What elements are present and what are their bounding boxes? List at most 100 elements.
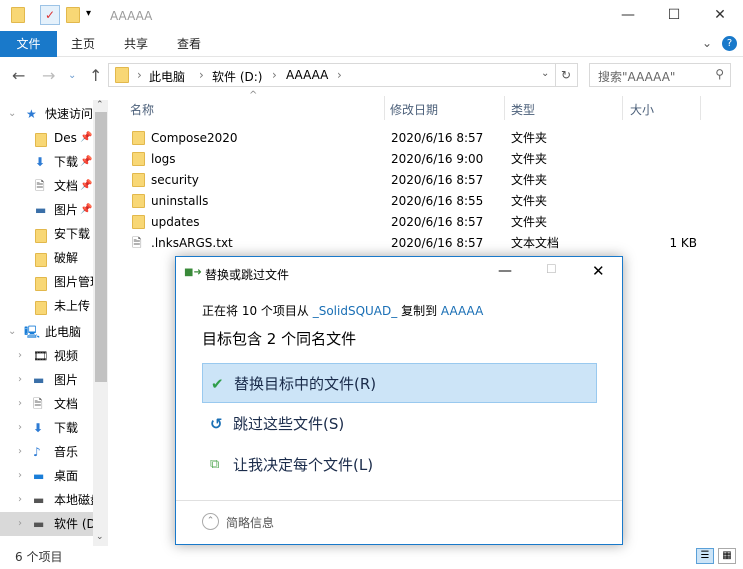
sidebar-item-pc[interactable]: › ▬ 图片 <box>0 368 93 392</box>
sidebar-scrollbar-thumb[interactable] <box>95 112 107 382</box>
sidebar-quick-access[interactable]: ⌄ ★ 快速访问 <box>0 102 93 126</box>
window-title: AAAAA <box>110 9 153 23</box>
dialog-heading: 目标包含 2 个同名文件 <box>202 330 357 348</box>
column-size[interactable]: 大小 <box>630 101 654 118</box>
sidebar-item-quick[interactable]: 安下载 <box>0 222 93 246</box>
file-name: security <box>151 173 199 187</box>
address-history-dropdown[interactable]: ⌄ <box>541 68 549 79</box>
drive-icon: ▬ <box>33 493 45 507</box>
address-bar[interactable]: › 此电脑 › 软件 (D:) › AAAAA › ⌄ <box>108 63 556 87</box>
back-button[interactable]: ← <box>12 66 25 85</box>
chevron-right-icon[interactable]: › <box>18 368 22 392</box>
new-folder-icon[interactable] <box>66 7 80 23</box>
picture-icon: ▬ <box>33 373 45 387</box>
file-row[interactable]: logs 2020/6/16 9:00 文件夹 <box>128 149 728 170</box>
column-date[interactable]: 修改日期 <box>390 101 438 118</box>
details-view-button[interactable]: ☰ <box>696 548 714 564</box>
sidebar-item-quick[interactable]: 破解 <box>0 246 93 270</box>
chevron-right-icon[interactable]: › <box>18 512 22 536</box>
folder-icon <box>115 67 129 83</box>
sidebar-item-pc[interactable]: › 🗎 文档 <box>0 392 93 416</box>
collapse-details-icon[interactable]: ⌃ <box>202 513 219 530</box>
file-name: .lnksARGS.txt <box>151 236 233 250</box>
fewer-details-button[interactable]: 简略信息 <box>226 514 274 531</box>
folder-icon <box>128 212 148 233</box>
copy-progress-text: 正在将 10 个项目从 _SolidSQUAD_ 复制到 AAAAA <box>202 302 483 319</box>
column-name[interactable]: 名称 <box>130 101 154 118</box>
chevron-right-icon[interactable]: › <box>18 416 22 440</box>
close-button[interactable]: ✕ <box>697 0 743 30</box>
replace-files-option[interactable]: ✔ 替换目标中的文件(R) <box>202 363 597 403</box>
properties-icon[interactable]: ✓ <box>40 5 60 25</box>
tab-share[interactable]: 共享 <box>115 31 157 57</box>
pin-icon: 📌 <box>80 156 93 167</box>
decide-each-option[interactable]: ⧉ 让我决定每个文件(L) <box>202 445 597 485</box>
sidebar-item-quick[interactable]: ▬ 图片 📌 <box>0 198 93 222</box>
destination-link[interactable]: AAAAA <box>441 304 483 318</box>
sidebar-item-pc[interactable]: › 🎞 视频 <box>0 344 93 368</box>
sidebar-item-pc[interactable]: › ▬ 桌面 <box>0 464 93 488</box>
breadcrumb-drive[interactable]: 软件 (D:) <box>212 68 262 85</box>
file-row[interactable]: uninstalls 2020/6/16 8:55 文件夹 <box>128 191 728 212</box>
maximize-button[interactable]: ☐ <box>651 0 697 30</box>
scroll-up-arrow[interactable]: ⌃ <box>96 100 104 110</box>
file-row[interactable]: security 2020/6/16 8:57 文件夹 <box>128 170 728 191</box>
sidebar-this-pc[interactable]: ⌄ 🖳 此电脑 <box>0 320 93 344</box>
source-link[interactable]: _SolidSQUAD_ <box>313 304 398 318</box>
forward-button[interactable]: → <box>42 66 55 85</box>
dialog-maximize-button: ☐ <box>546 262 557 276</box>
tab-home[interactable]: 主页 <box>62 31 104 57</box>
chevron-right-icon[interactable]: › <box>18 440 22 464</box>
sidebar-item-quick[interactable]: 🗎 文档 📌 <box>0 174 93 198</box>
breadcrumb-folder[interactable]: AAAAA <box>286 68 328 82</box>
chevron-right-icon[interactable]: › <box>18 344 22 368</box>
breadcrumb-this-pc[interactable]: 此电脑 <box>149 68 185 85</box>
up-button[interactable]: ↑ <box>89 66 102 85</box>
sidebar-item-quick[interactable]: 未上传 <box>0 294 93 318</box>
search-input[interactable]: 搜索"AAAAA" ⚲ <box>589 63 731 87</box>
computer-icon: 🖳 <box>24 325 41 339</box>
column-type[interactable]: 类型 <box>511 101 535 118</box>
file-row[interactable]: Compose2020 2020/6/16 8:57 文件夹 <box>128 128 728 149</box>
sidebar-item-label: 此电脑 <box>45 325 82 339</box>
sidebar-item-label: 桌面 <box>54 469 79 483</box>
expand-ribbon-icon[interactable]: ⌄ <box>702 36 712 50</box>
sidebar-item-label: 文档 <box>54 179 79 193</box>
sidebar-item-quick[interactable]: Des 📌 <box>0 126 93 150</box>
sidebar-item-pc[interactable]: › ⬇ 下载 <box>0 416 93 440</box>
download-icon: ⬇ <box>35 155 46 169</box>
dialog-close-button[interactable]: ✕ <box>592 262 605 280</box>
recent-locations-button[interactable]: ⌄ <box>68 70 76 81</box>
file-row[interactable]: updates 2020/6/16 8:57 文件夹 <box>128 212 728 233</box>
dialog-minimize-button[interactable]: — <box>498 263 512 279</box>
chevron-right-icon[interactable]: › <box>18 464 22 488</box>
pin-icon: 📌 <box>80 180 93 191</box>
document-icon: 🗎 <box>35 179 45 193</box>
scroll-down-arrow[interactable]: ⌄ <box>96 532 104 542</box>
help-icon[interactable]: ? <box>722 36 737 51</box>
chevron-right-icon[interactable]: › <box>18 488 22 512</box>
navigation-pane: ⌄★快速访问Des📌⬇下载📌🗎文档📌▬图片📌安下载破解图片管理未上传⌄🖳此电脑›… <box>0 100 93 546</box>
sidebar-item-quick[interactable]: ⬇ 下载 📌 <box>0 150 93 174</box>
chevron-right-icon: › <box>272 68 277 82</box>
sidebar-item-pc[interactable]: › ▬ 本地磁盘 <box>0 488 93 512</box>
refresh-button[interactable]: ↻ <box>555 63 578 87</box>
sidebar-item-quick[interactable]: 图片管理 <box>0 270 93 294</box>
file-row[interactable]: 🗎 .lnksARGS.txt 2020/6/16 8:57 文本文档 1 KB <box>128 233 728 254</box>
sidebar-item-label: Des <box>54 131 77 145</box>
large-icons-view-button[interactable]: ▦ <box>718 548 736 564</box>
skip-files-option[interactable]: ↺ 跳过这些文件(S) <box>202 404 597 444</box>
tab-view[interactable]: 查看 <box>168 31 210 57</box>
file-date: 2020/6/16 8:57 <box>391 215 484 229</box>
chevron-down-icon: ⌄ <box>8 326 17 337</box>
tab-file[interactable]: 文件 <box>0 31 57 57</box>
ribbon: 文件 主页 共享 查看 ⌄ ? <box>0 31 743 57</box>
picture-icon: ▬ <box>35 203 47 217</box>
sidebar-item-pc[interactable]: › ▬ 软件 (D:) <box>0 512 93 536</box>
text-file-icon: 🗎 <box>132 236 142 250</box>
customize-toolbar-icon[interactable]: ▾ <box>86 8 91 19</box>
file-type: 文件夹 <box>511 152 548 166</box>
chevron-right-icon[interactable]: › <box>18 392 22 416</box>
minimize-button[interactable]: — <box>605 0 651 30</box>
sidebar-item-pc[interactable]: › ♪ 音乐 <box>0 440 93 464</box>
